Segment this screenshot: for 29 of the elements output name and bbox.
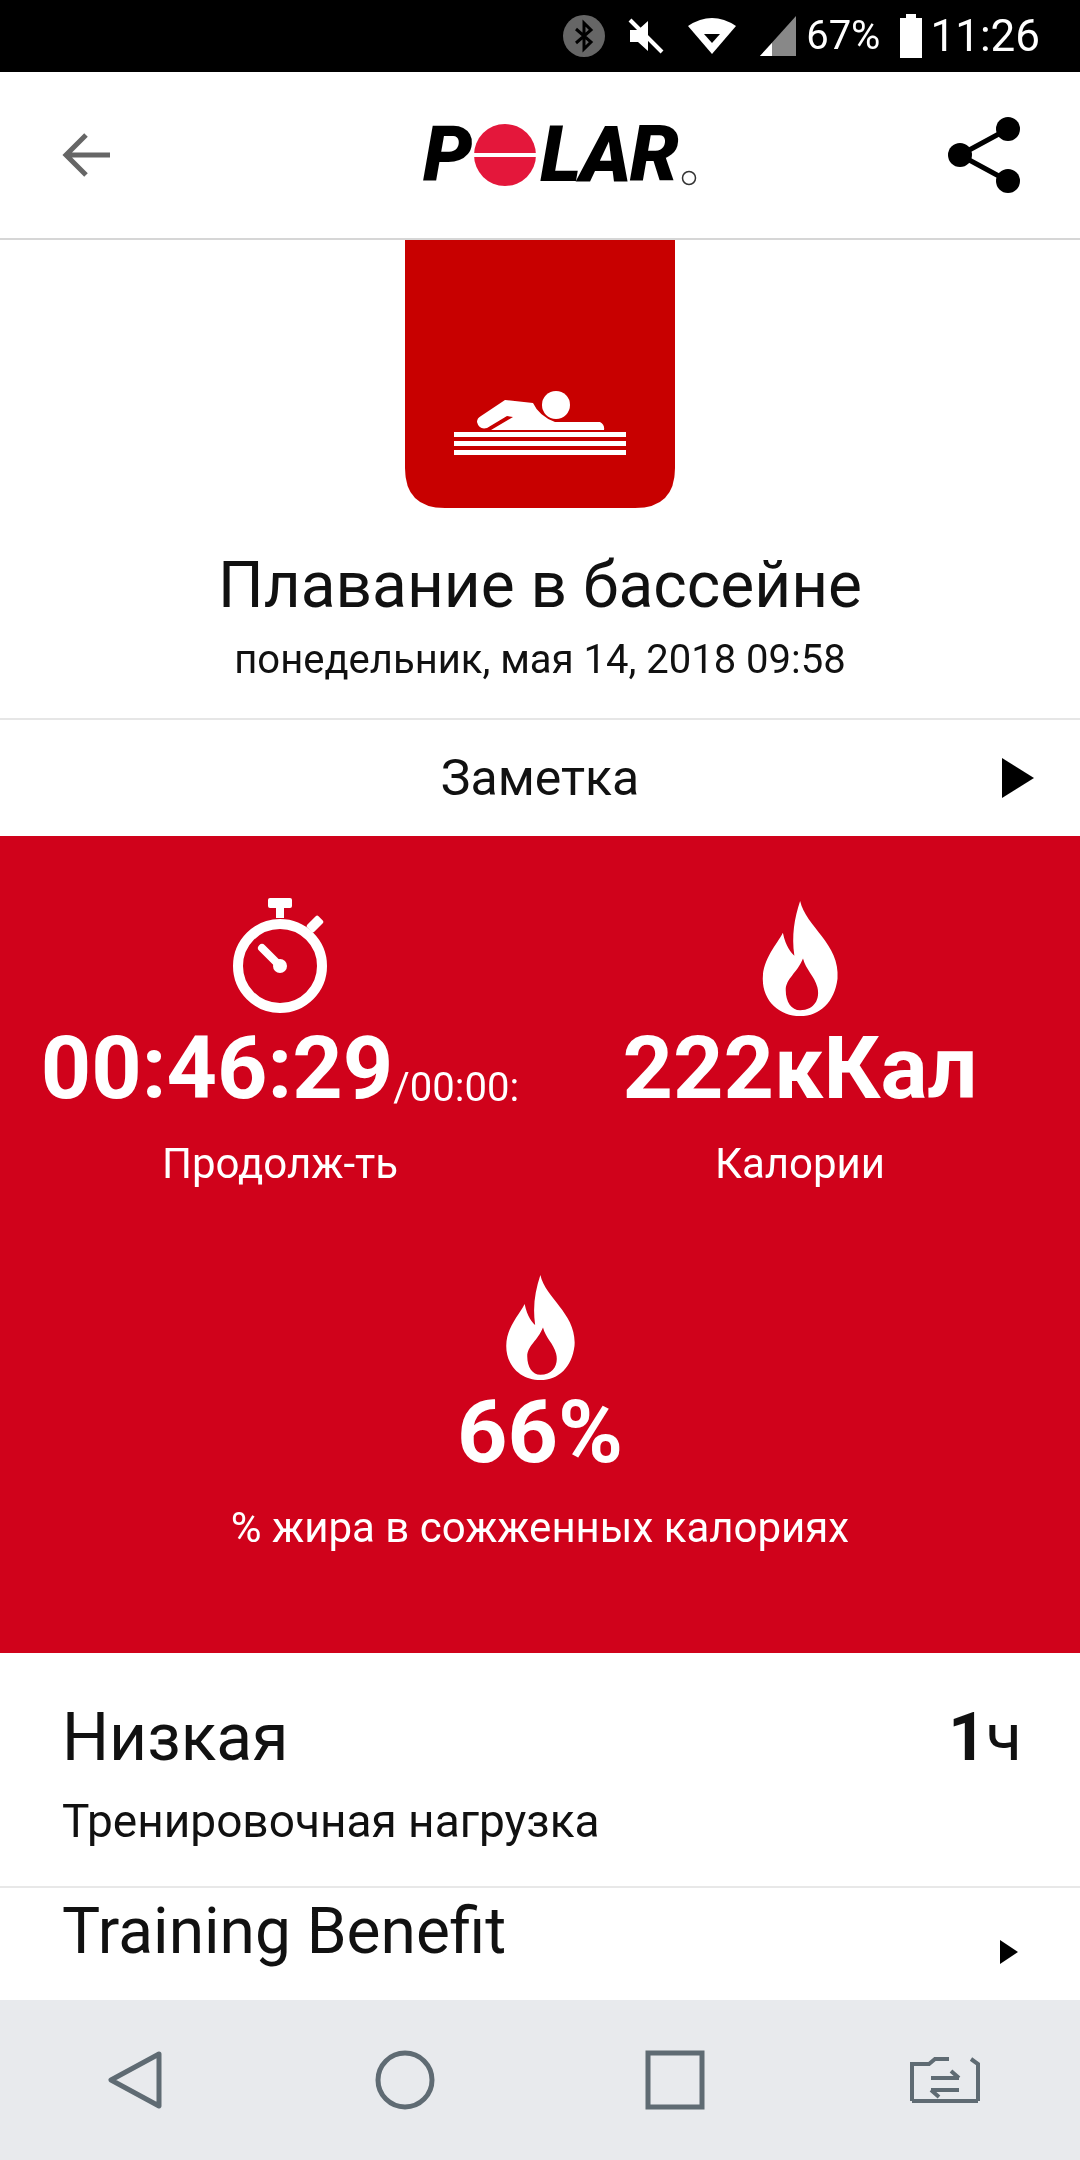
- play-arrow-icon: [1002, 758, 1034, 798]
- note-row[interactable]: Заметка: [0, 720, 1080, 836]
- activity-title: Плавание в бассейне: [218, 547, 862, 625]
- stat-value: 222кКал: [622, 1024, 978, 1112]
- clock: 11:26: [930, 9, 1040, 64]
- stat-limit: /00:00:: [393, 1068, 520, 1108]
- battery-icon: [900, 14, 923, 58]
- stat-label: Калории: [714, 1138, 886, 1190]
- share-icon: [946, 117, 1022, 193]
- stat-label: Продолж-ть: [161, 1138, 399, 1190]
- home-circle-icon[interactable]: [375, 2050, 435, 2110]
- activity-datetime: понедельник, мая 14, 2018 09:58: [234, 635, 846, 685]
- stat-value: 66%: [457, 1388, 623, 1476]
- wifi-icon: [686, 16, 739, 56]
- recents-square-icon[interactable]: [645, 2050, 705, 2110]
- swimming-icon: [405, 240, 675, 508]
- back-arrow-icon: [60, 131, 112, 179]
- battery-percent: 67%: [806, 11, 881, 61]
- training-load-label: Тренировочная нагрузка: [62, 1793, 601, 1850]
- training-load-duration: 1 ч: [948, 1705, 1022, 1771]
- training-load-level: Низкая: [62, 1705, 289, 1771]
- signal-icon: [758, 14, 799, 58]
- stat-label: % жира в сожженных калориях: [230, 1502, 850, 1554]
- chevron-icon: [1000, 1940, 1018, 1964]
- stat-value: 00:46:29: [40, 1024, 394, 1112]
- bluetooth-icon: [562, 14, 607, 58]
- back-triangle-icon[interactable]: [107, 2050, 163, 2110]
- polar-logo: P LAR: [422, 116, 698, 194]
- switch-icon[interactable]: [909, 2056, 981, 2104]
